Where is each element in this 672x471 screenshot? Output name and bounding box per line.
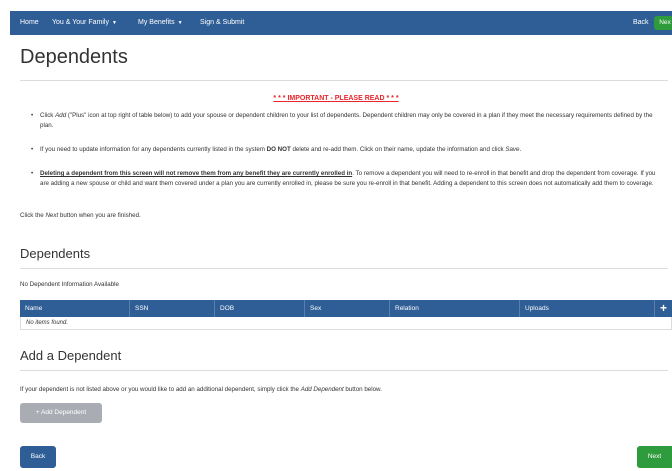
instruction-bullet-1: • Click Add ("Plus" icon at top right of… (31, 111, 660, 130)
bullet-2-text-e: . (519, 146, 522, 153)
add-dependent-section-title: Add a Dependent (20, 348, 122, 363)
title-divider (20, 80, 668, 81)
table-empty-row: No items found. (20, 317, 672, 330)
finish-next-term: Next (45, 212, 59, 219)
add-dependent-term: Add Dependent (300, 386, 344, 393)
bullet-dot: • (31, 170, 34, 177)
column-header-ssn[interactable]: SSN (130, 300, 215, 317)
add-text-c: button below. (343, 386, 382, 393)
finish-text-c: button when you are finished. (58, 212, 141, 219)
bullet-1-text-a: Click (40, 112, 56, 119)
column-header-uploads[interactable]: Uploads (520, 300, 655, 317)
important-notice: * * * IMPORTANT - PLEASE READ * * * (0, 95, 672, 102)
table-header: Name SSN DOB Sex Relation Uploads + (20, 300, 672, 317)
dependents-divider (20, 268, 668, 269)
chevron-down-icon: ▼ (177, 20, 183, 26)
instruction-bullet-3: • Deleting a dependent from this screen … (31, 169, 660, 188)
bullet-dot: • (31, 112, 34, 119)
bullet-2-do-not: DO NOT (266, 146, 291, 153)
add-text-a: If your dependent is not listed above or… (20, 386, 301, 393)
dependents-section-title: Dependents (20, 246, 91, 261)
column-header-dob[interactable]: DOB (215, 300, 305, 317)
nav-you-and-your-family[interactable]: You & Your Family ▼ (52, 11, 117, 35)
nav-my-benefits[interactable]: My Benefits ▼ (138, 11, 183, 35)
important-prefix: * * * (273, 95, 288, 102)
finish-instruction: Click the Next button when you are finis… (20, 212, 141, 219)
add-dependent-instruction: If your dependent is not listed above or… (20, 386, 382, 393)
add-dependent-button[interactable]: + Add Dependent (20, 403, 102, 423)
nav-family-label: You & Your Family (52, 19, 109, 26)
nav-sign-and-submit[interactable]: Sign & Submit (200, 11, 244, 35)
no-dependent-info-text: No Dependent Information Available (20, 281, 119, 288)
nav-home[interactable]: Home (20, 11, 39, 35)
column-header-relation[interactable]: Relation (390, 300, 520, 317)
instruction-bullet-2: • If you need to update information for … (31, 145, 660, 155)
top-navigation-bar: Home You & Your Family ▼ My Benefits ▼ Sig… (10, 11, 672, 35)
next-button[interactable]: Next (637, 446, 672, 468)
bullet-1-text-c: ("Plus" icon at top right of table below… (40, 112, 653, 129)
nav-back-link[interactable]: Back (633, 11, 649, 35)
bullet-dot: • (31, 146, 34, 153)
important-text: IMPORTANT - PLEASE READ (287, 95, 385, 102)
bullet-2-text-c: delete and re-add them. Click on their n… (290, 146, 506, 153)
page-title: Dependents (20, 46, 128, 68)
finish-text-a: Click the (20, 212, 46, 219)
nav-next-button[interactable]: Nex (654, 16, 672, 30)
bullet-3-warning: Deleting a dependent from this screen wi… (40, 170, 353, 177)
bullet-2-save-term: Save (505, 146, 520, 153)
add-dependent-divider (20, 370, 668, 371)
column-header-sex[interactable]: Sex (305, 300, 390, 317)
chevron-down-icon: ▼ (111, 20, 117, 26)
important-suffix: * * * (384, 95, 399, 102)
bullet-1-add-term: Add (55, 112, 67, 119)
back-button[interactable]: Back (20, 446, 56, 468)
add-dependent-plus-icon[interactable]: + (655, 300, 672, 317)
bullet-2-text-a: If you need to update information for an… (40, 146, 267, 153)
column-header-name[interactable]: Name (20, 300, 130, 317)
nav-benefits-label: My Benefits (138, 19, 175, 26)
